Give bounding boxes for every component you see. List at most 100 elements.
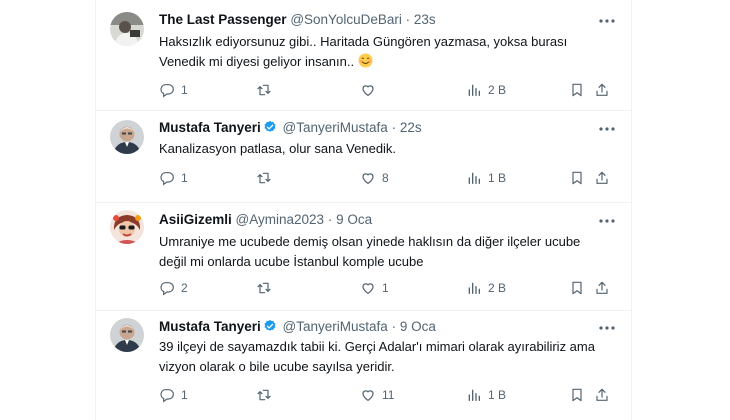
bookmark-button[interactable] <box>569 80 585 100</box>
reply-count: 1 <box>181 388 188 402</box>
retweet-button[interactable] <box>256 278 278 298</box>
tweet-text-block: Kanalizasyon patlasa, olur sana Venedik. <box>159 139 599 159</box>
views-chart-icon <box>466 387 482 403</box>
reply-button[interactable]: 1 <box>159 385 188 405</box>
share-button[interactable] <box>594 80 610 100</box>
avatar[interactable] <box>110 120 144 154</box>
avatar[interactable] <box>110 12 144 46</box>
share-icon <box>594 387 610 403</box>
like-count: 11 <box>382 388 395 402</box>
tweet-text-block: Haksızlık ediyorsunuz gibi.. Haritada Gü… <box>159 32 599 73</box>
display-name[interactable]: Mustafa Tanyeri <box>159 319 261 334</box>
user-handle[interactable]: @Aymina2023 <box>236 212 325 227</box>
views-button[interactable]: 1 B <box>466 168 506 188</box>
heart-icon <box>360 387 376 403</box>
display-name[interactable]: The Last Passenger <box>159 12 287 27</box>
tweet-text-block: 39 ilçeyi de sayamazdık tabii ki. Gerçi … <box>159 337 599 376</box>
tweet[interactable]: Mustafa Tanyeri @TanyeriMustafa · 9 Oca … <box>96 310 631 420</box>
bookmark-icon <box>569 170 585 186</box>
tweet[interactable]: Mustafa Tanyeri @TanyeriMustafa · 22s Ka… <box>96 110 631 203</box>
timestamp[interactable]: 9 Oca <box>336 212 372 227</box>
like-button[interactable] <box>360 80 382 100</box>
views-count: 2 B <box>488 281 507 295</box>
tweet-header: AsiiGizemli @Aymina2023 · 9 Oca <box>159 212 372 228</box>
reply-button[interactable]: 2 <box>159 278 188 298</box>
views-chart-icon <box>466 280 482 296</box>
tweet-text: Kanalizasyon patlasa, olur sana Venedik. <box>159 141 397 156</box>
reply-count: 1 <box>181 83 188 97</box>
views-button[interactable]: 2 B <box>466 80 506 100</box>
heart-icon <box>360 170 376 186</box>
views-count: 1 B <box>488 171 507 185</box>
more-options-icon[interactable] <box>597 320 617 336</box>
display-name[interactable]: AsiiGizemli <box>159 212 232 227</box>
like-count: 1 <box>382 281 389 295</box>
timestamp[interactable]: 9 Oca <box>400 319 436 334</box>
action-bar: 1 8 1 B <box>159 168 614 188</box>
user-handle[interactable]: @TanyeriMustafa <box>283 120 388 135</box>
tweet[interactable]: The Last Passenger @SonYolcuDeBari · 23s… <box>96 0 631 111</box>
reply-count: 1 <box>181 171 188 185</box>
separator-dot: · <box>391 319 397 334</box>
share-icon <box>594 280 610 296</box>
share-button[interactable] <box>594 278 610 298</box>
more-options-icon[interactable] <box>597 213 617 229</box>
retweet-icon <box>256 280 272 296</box>
retweet-button[interactable] <box>256 168 278 188</box>
display-name[interactable]: Mustafa Tanyeri <box>159 120 261 135</box>
retweet-icon <box>256 387 272 403</box>
verified-badge-icon <box>263 120 277 138</box>
avatar[interactable] <box>110 318 144 352</box>
tweet-text-block: Umraniye me ucubede demiş olsan yinede h… <box>159 232 599 271</box>
avatar[interactable] <box>110 210 144 244</box>
reply-icon <box>159 170 175 186</box>
bookmark-icon <box>569 387 585 403</box>
reply-count: 2 <box>181 281 188 295</box>
bookmark-button[interactable] <box>569 278 585 298</box>
tweet-text: Umraniye me ucubede demiş olsan yinede h… <box>159 234 581 269</box>
action-bar: 1 11 1 B <box>159 385 614 405</box>
share-icon <box>594 82 610 98</box>
reply-button[interactable]: 1 <box>159 80 188 100</box>
retweet-button[interactable] <box>256 80 278 100</box>
user-handle[interactable]: @SonYolcuDeBari <box>290 12 402 27</box>
action-bar: 1 2 B <box>159 80 614 100</box>
bookmark-button[interactable] <box>569 385 585 405</box>
separator-dot: · <box>327 212 333 227</box>
more-options-icon[interactable] <box>597 13 617 29</box>
more-options-icon[interactable] <box>597 121 617 137</box>
tweet[interactable]: AsiiGizemli @Aymina2023 · 9 Oca Umraniye… <box>96 202 631 311</box>
views-count: 2 B <box>488 83 507 97</box>
heart-icon <box>360 280 376 296</box>
bookmark-icon <box>569 280 585 296</box>
views-count: 1 B <box>488 388 507 402</box>
like-button[interactable]: 11 <box>360 385 394 405</box>
share-button[interactable] <box>594 168 610 188</box>
bookmark-button[interactable] <box>569 168 585 188</box>
timestamp[interactable]: 23s <box>414 12 436 27</box>
reply-button[interactable]: 1 <box>159 168 188 188</box>
bookmark-icon <box>569 82 585 98</box>
heart-icon <box>360 82 376 98</box>
views-button[interactable]: 2 B <box>466 278 506 298</box>
reply-thread: The Last Passenger @SonYolcuDeBari · 23s… <box>95 0 632 420</box>
like-button[interactable]: 1 <box>360 278 389 298</box>
like-button[interactable]: 8 <box>360 168 389 188</box>
separator-dot: · <box>391 120 397 135</box>
retweet-button[interactable] <box>256 385 278 405</box>
share-button[interactable] <box>594 385 610 405</box>
tweet-header: Mustafa Tanyeri @TanyeriMustafa · 9 Oca <box>159 319 436 337</box>
share-icon <box>594 170 610 186</box>
timestamp[interactable]: 22s <box>400 120 422 135</box>
action-bar: 2 1 2 B <box>159 278 614 298</box>
like-count: 8 <box>382 171 389 185</box>
reply-icon <box>159 387 175 403</box>
user-handle[interactable]: @TanyeriMustafa <box>283 319 388 334</box>
views-button[interactable]: 1 B <box>466 385 506 405</box>
reply-icon <box>159 82 175 98</box>
retweet-icon <box>256 170 272 186</box>
reply-icon <box>159 280 175 296</box>
tweet-header: The Last Passenger @SonYolcuDeBari · 23s <box>159 12 436 28</box>
retweet-icon <box>256 82 272 98</box>
views-chart-icon <box>466 82 482 98</box>
